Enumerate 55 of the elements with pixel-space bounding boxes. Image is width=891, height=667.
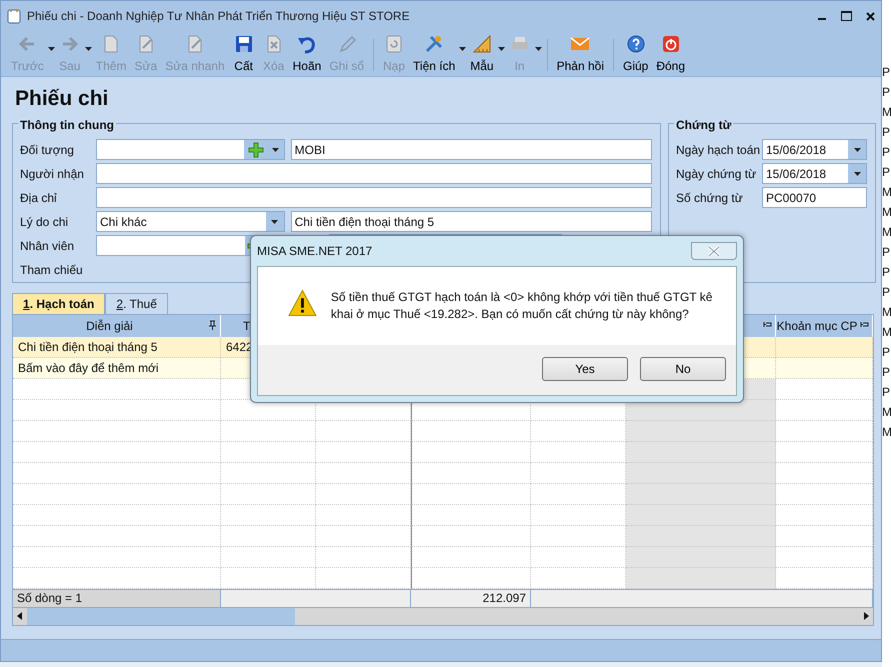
form-title: Phiếu chi: [14, 86, 110, 112]
field-label: Địa chỉ: [20, 190, 58, 206]
column-header[interactable]: Diễn giải: [13, 314, 221, 336]
tab[interactable]: 2. Thuế: [105, 292, 168, 314]
text-field[interactable]: PC00070: [762, 187, 867, 208]
toolbar-button[interactable]: Hoãn: [288, 33, 326, 75]
dropdown-field[interactable]: Chi khác: [96, 211, 285, 232]
summary-cell: Số dòng = 1: [13, 588, 221, 606]
toolbar-button[interactable]: Giúp: [618, 33, 652, 75]
new-row-prompt[interactable]: Bấm vào đây để thêm mới: [13, 358, 221, 378]
toolbar-button[interactable]: Đóng: [652, 33, 690, 75]
list-text: P: [882, 284, 891, 301]
list-text: P: [882, 244, 891, 261]
list-text: P: [882, 124, 891, 141]
text-field[interactable]: Chi tiền điện thoại tháng 5: [290, 211, 652, 232]
window-title: Phiếu chi - Doanh Nghiệp Tư Nhân Phát Triển Thương Hiệu ST STORE: [27, 8, 410, 25]
list-text: M: [882, 324, 891, 341]
summary-cell: 212.097: [411, 588, 531, 606]
toolbar-button[interactable]: Cất: [228, 33, 259, 75]
table-cell: Chi tiền điện thoại tháng 5: [13, 336, 221, 358]
list-text: P: [882, 64, 891, 81]
list-text: P: [882, 84, 891, 101]
field-label: Số chứng từ: [676, 190, 744, 206]
list-text: P: [882, 364, 891, 381]
field-label: Ngày hạch toán: [676, 142, 762, 158]
text-field[interactable]: MOBI: [290, 139, 652, 160]
list-text: P: [882, 164, 891, 181]
dialog-title: MISA SME.NET 2017: [257, 243, 372, 260]
field-label: Đối tượng: [20, 142, 75, 158]
list-text: P: [882, 144, 891, 161]
column-header[interactable]: Khoản mục CP: [776, 314, 873, 336]
list-text: P: [882, 384, 891, 401]
field-label: Người nhận: [20, 166, 85, 182]
list-text: M: [882, 304, 891, 321]
dialog-button[interactable]: Yes: [542, 357, 628, 381]
list-text: P: [882, 344, 891, 361]
field-label: Lý do chi: [20, 214, 70, 230]
field-label: Tham chiếu: [20, 262, 84, 278]
list-text: M: [882, 204, 891, 221]
tab[interactable]: 1. Hạch toán: [12, 292, 106, 314]
toolbar-button[interactable]: Phản hồi: [552, 33, 608, 75]
list-text: M: [882, 224, 891, 241]
list-text: M: [882, 424, 891, 441]
field-label: Nhân viên: [20, 238, 76, 254]
date-field[interactable]: 15/06/2018: [762, 163, 867, 184]
list-text: M: [882, 104, 891, 121]
toolbar-button[interactable]: Mẫu: [466, 33, 498, 75]
dialog-message: Số tiền thuế GTGT hạch toán là <0> không khớp với tiền thuế GTGT kê khai ở mục Thuế <19.282>. Bạn có muốn cất chứng từ này không?: [330, 289, 714, 323]
list-text: M: [882, 404, 891, 421]
date-field[interactable]: 15/06/2018: [762, 139, 867, 160]
toolbar-button[interactable]: Tiện ích: [409, 33, 460, 75]
list-text: M: [882, 184, 891, 201]
dialog-button[interactable]: No: [640, 357, 726, 381]
field-label: Ngày chứng từ: [676, 166, 758, 182]
list-text: P: [882, 264, 891, 281]
